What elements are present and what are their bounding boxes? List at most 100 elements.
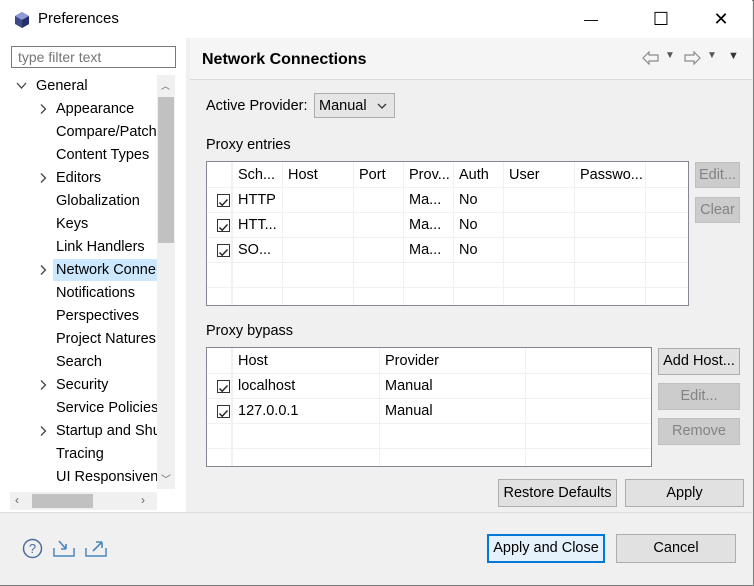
restore-defaults-button[interactable]: Restore Defaults — [498, 479, 617, 507]
tree-expand-icon[interactable] — [38, 98, 48, 120]
back-arrow-icon[interactable] — [642, 51, 660, 65]
tree-item-label: Editors — [56, 170, 102, 186]
tree-horizontal-scroll-thumb[interactable] — [32, 494, 93, 508]
proxy-entry-column-header[interactable]: Passwo... — [580, 163, 643, 188]
forward-dropdown-icon[interactable]: ▼ — [707, 50, 717, 61]
proxy-entries-table[interactable]: Sch... Host Port Prov... Auth User Passwo... HT… — [206, 161, 689, 306]
proxy-entry-cell: Ma... — [409, 242, 442, 258]
tree-item[interactable]: Compare/Patch — [53, 121, 157, 143]
add-host-label: Add Host... — [663, 353, 735, 369]
proxy-bypass-cell: 127.0.0.1 — [238, 403, 299, 419]
tree-vertical-scroll-thumb[interactable] — [158, 97, 174, 243]
cancel-button[interactable]: Cancel — [616, 534, 736, 563]
row-divider — [207, 287, 688, 288]
add-host-button[interactable]: Add Host... — [658, 348, 740, 375]
scroll-left-icon[interactable]: ‹ — [15, 493, 19, 507]
proxy-entry-cell: HTT... — [238, 217, 277, 233]
proxy-entry-cell — [509, 238, 572, 263]
proxy-entry-column-header[interactable]: Prov... — [409, 163, 451, 188]
tree-item[interactable]: Globalization — [53, 190, 140, 212]
proxy-entry-cell — [580, 238, 643, 263]
help-icon[interactable]: ? — [22, 538, 43, 559]
proxy-entry-cell: Ma... — [409, 192, 442, 208]
proxy-entry-row-checkbox[interactable] — [217, 219, 230, 232]
proxy-entry-cell: No — [459, 192, 478, 208]
active-provider-value: Manual — [319, 98, 367, 114]
apply-and-close-button[interactable]: Apply and Close — [487, 534, 605, 563]
apply-label: Apply — [666, 485, 703, 501]
proxy-entry-column-header[interactable]: Sch... — [238, 163, 280, 188]
tree-vertical-scrollbar[interactable]: ︿ ﹀ — [157, 75, 175, 489]
tree-item-label: Project Natures — [56, 331, 156, 347]
tree-item[interactable]: Security — [53, 374, 108, 396]
back-dropdown-icon[interactable]: ▼ — [665, 50, 675, 61]
scroll-down-icon[interactable]: ﹀ — [161, 471, 171, 486]
column-divider — [453, 162, 454, 305]
tree-item[interactable]: Perspectives — [53, 305, 139, 327]
forward-arrow-icon[interactable] — [683, 51, 701, 65]
tree-item[interactable]: Startup and Shu — [53, 420, 157, 442]
apply-and-close-label: Apply and Close — [493, 540, 599, 556]
tree-item-label: Link Handlers — [56, 239, 145, 255]
proxy-entry-cell — [288, 213, 351, 238]
eclipse-app-icon — [15, 12, 29, 28]
preferences-tree[interactable]: General Appearance Compare/Patch Content Ty… — [10, 75, 157, 489]
tree-item[interactable]: Service Policies — [53, 397, 157, 419]
proxy-entry-column-header[interactable]: User — [509, 163, 572, 188]
tree-item[interactable]: Project Natures — [53, 328, 156, 350]
tree-expand-icon[interactable] — [38, 167, 48, 189]
proxy-entry-row-checkbox[interactable] — [217, 194, 230, 207]
proxy-entry-column-header[interactable]: Auth — [459, 163, 501, 188]
proxy-bypass-table[interactable]: Host Provider localhost Manual 127.0.0.1 Manu… — [206, 347, 652, 467]
tree-collapse-icon[interactable] — [16, 75, 27, 97]
tree-expand-icon[interactable] — [38, 374, 48, 396]
tree-item[interactable]: Content Types — [53, 144, 149, 166]
tree-item[interactable]: Editors — [53, 167, 101, 189]
tree-expand-icon[interactable] — [38, 259, 48, 281]
proxy-entry-cell — [580, 188, 643, 213]
tree-horizontal-scrollbar[interactable]: ‹ › — [10, 492, 157, 510]
tree-item[interactable]: Link Handlers — [53, 236, 145, 258]
proxy-bypass-row-checkbox[interactable] — [217, 405, 230, 418]
close-icon: ✕ — [713, 9, 729, 29]
tree-item-label: Search — [56, 354, 102, 370]
bypass-remove-label: Remove — [672, 423, 726, 439]
maximize-button[interactable]: ☐ — [638, 0, 684, 38]
export-icon[interactable] — [84, 538, 108, 558]
active-provider-label: Active Provider: — [206, 98, 308, 114]
tree-item[interactable]: Tracing — [53, 443, 104, 465]
title-bar[interactable]: Preferences — ☐ ✕ — [0, 0, 752, 38]
tree-item-label: Appearance — [56, 101, 135, 117]
tree-item[interactable]: Search — [53, 351, 102, 373]
tree-item[interactable]: UI Responsiven — [53, 466, 157, 488]
filter-input[interactable] — [11, 46, 176, 68]
proxy-entry-cell: No — [459, 217, 478, 233]
proxy-bypass-column-header[interactable]: Host — [238, 349, 377, 374]
scroll-up-icon[interactable]: ︿ — [161, 79, 170, 92]
proxy-entry-edit-button[interactable]: Edit... — [695, 162, 740, 188]
proxy-entry-column-header[interactable]: Host — [288, 163, 351, 188]
proxy-bypass-column-header[interactable]: Provider — [385, 349, 523, 374]
tree-item[interactable]: Notifications — [53, 282, 135, 304]
close-button[interactable]: ✕ — [698, 0, 744, 38]
column-divider — [574, 162, 575, 305]
proxy-entry-cell: Ma... — [409, 217, 442, 233]
proxy-bypass-row-checkbox[interactable] — [217, 380, 230, 393]
proxy-entry-row-checkbox[interactable] — [217, 244, 230, 257]
column-divider — [525, 348, 526, 466]
proxy-entry-column-header[interactable]: Port — [359, 163, 401, 188]
import-icon[interactable] — [52, 538, 76, 558]
minimize-button[interactable]: — — [568, 0, 614, 38]
tree-item-label: Network Conne — [56, 262, 156, 278]
bypass-edit-button[interactable]: Edit... — [658, 383, 740, 410]
apply-button[interactable]: Apply — [625, 479, 744, 507]
tree-item[interactable]: Keys — [53, 213, 88, 235]
active-provider-select[interactable]: Manual — [314, 93, 395, 118]
tree-expand-icon[interactable] — [38, 420, 48, 442]
scroll-right-icon[interactable]: › — [141, 493, 145, 507]
view-menu-icon[interactable]: ▼ — [728, 50, 739, 62]
tree-item[interactable]: Appearance — [53, 98, 134, 120]
bypass-remove-button[interactable]: Remove — [658, 418, 740, 445]
tree-item[interactable]: Network Conne — [53, 259, 157, 281]
proxy-entry-clear-button[interactable]: Clear — [695, 197, 740, 223]
